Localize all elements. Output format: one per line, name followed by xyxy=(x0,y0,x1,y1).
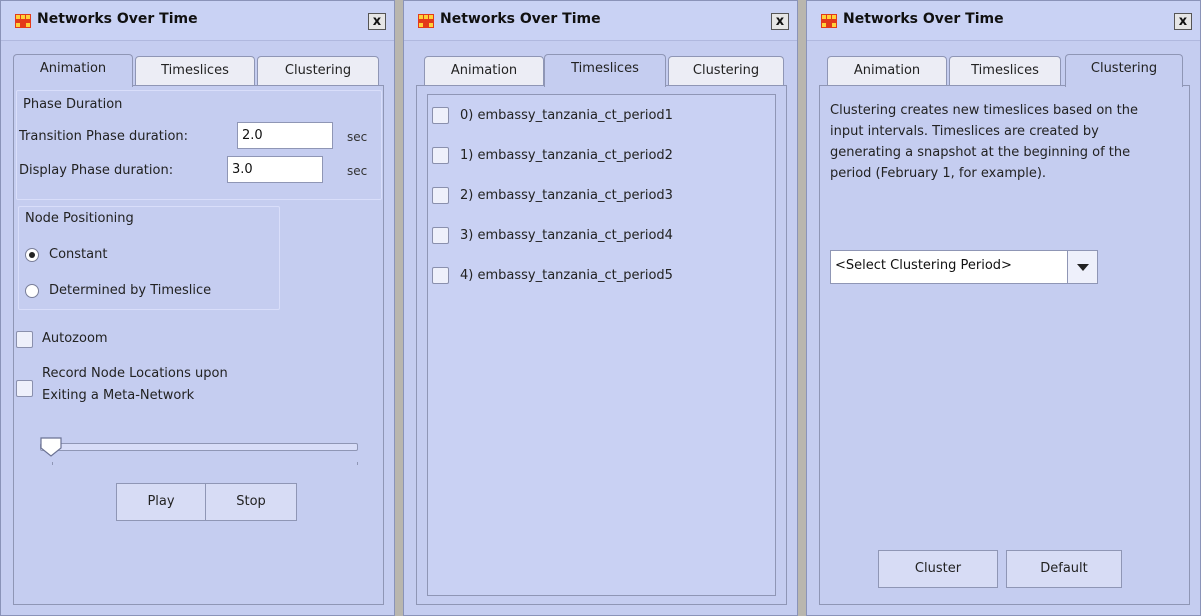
networks-over-time-window-animation: Networks Over Time x Animation Timeslice… xyxy=(0,0,395,616)
timeslice-label: 1) embassy_tanzania_ct_period2 xyxy=(460,148,673,163)
tab-animation[interactable]: Animation xyxy=(827,56,947,86)
slider-tick xyxy=(357,462,358,465)
cluster-button[interactable]: Cluster xyxy=(878,550,998,588)
tab-timeslices[interactable]: Timeslices xyxy=(949,56,1061,86)
timeslice-label: 2) embassy_tanzania_ct_period3 xyxy=(460,188,673,203)
display-phase-label: Display Phase duration: xyxy=(19,163,174,178)
phase-duration-group: Phase Duration Transition Phase duration… xyxy=(16,90,382,200)
transition-phase-field[interactable]: 2.0 xyxy=(237,122,333,149)
networks-over-time-window-clustering: Networks Over Time x Animation Timeslice… xyxy=(806,0,1201,616)
phase-duration-label: Phase Duration xyxy=(23,97,123,112)
record-node-locations-checkbox[interactable] xyxy=(16,380,33,397)
window-title: Networks Over Time xyxy=(37,11,198,27)
play-button[interactable]: Play xyxy=(116,483,206,521)
node-positioning-label: Node Positioning xyxy=(25,211,134,226)
title-bar[interactable]: Networks Over Time x xyxy=(807,1,1200,41)
chevron-down-icon[interactable] xyxy=(1067,251,1097,283)
timeslice-checkbox[interactable] xyxy=(432,267,449,284)
clustering-description: Clustering creates new timeslices based … xyxy=(830,103,1139,181)
autozoom-label: Autozoom xyxy=(42,331,108,346)
tab-timeslices[interactable]: Timeslices xyxy=(135,56,255,86)
timeslice-label: 3) embassy_tanzania_ct_period4 xyxy=(460,228,673,243)
tab-clustering[interactable]: Clustering xyxy=(668,56,784,86)
timeline-slider-track[interactable] xyxy=(40,443,358,451)
close-button[interactable]: x xyxy=(1174,13,1192,30)
node-positioning-group: Node Positioning Constant Determined by … xyxy=(18,206,280,310)
clustering-period-select[interactable]: <Select Clustering Period> xyxy=(830,250,1098,284)
clustering-panel: Clustering creates new timeslices based … xyxy=(819,85,1190,605)
constant-radio[interactable] xyxy=(25,248,39,262)
clustering-period-value: <Select Clustering Period> xyxy=(835,258,1012,273)
app-icon xyxy=(821,14,837,28)
close-button[interactable]: x xyxy=(771,13,789,30)
window-title: Networks Over Time xyxy=(440,11,601,27)
record-node-locations-label-line2: Exiting a Meta-Network xyxy=(42,388,195,403)
display-unit: sec xyxy=(347,164,368,178)
timeslice-list: 0) embassy_tanzania_ct_period1 1) embass… xyxy=(427,94,776,596)
transition-unit: sec xyxy=(347,130,368,144)
timeslice-checkbox[interactable] xyxy=(432,107,449,124)
timeslice-checkbox[interactable] xyxy=(432,187,449,204)
transition-phase-label: Transition Phase duration: xyxy=(19,129,189,144)
networks-over-time-window-timeslices: Networks Over Time x Animation Timeslice… xyxy=(403,0,798,616)
title-bar[interactable]: Networks Over Time x xyxy=(404,1,797,41)
title-bar[interactable]: Networks Over Time x xyxy=(1,1,394,41)
timeslice-checkbox[interactable] xyxy=(432,227,449,244)
display-phase-field[interactable]: 3.0 xyxy=(227,156,323,183)
determined-by-timeslice-label: Determined by Timeslice xyxy=(49,283,212,298)
tab-animation[interactable]: Animation xyxy=(424,56,544,86)
timeslices-panel: 0) embassy_tanzania_ct_period1 1) embass… xyxy=(416,85,787,605)
timeline-slider-thumb[interactable] xyxy=(40,437,62,457)
timeslice-label: 0) embassy_tanzania_ct_period1 xyxy=(460,108,673,123)
slider-tick xyxy=(52,462,53,465)
close-button[interactable]: x xyxy=(368,13,386,30)
default-button[interactable]: Default xyxy=(1006,550,1122,588)
timeslice-label: 4) embassy_tanzania_ct_period5 xyxy=(460,268,673,283)
window-title: Networks Over Time xyxy=(843,11,1004,27)
tab-clustering[interactable]: Clustering xyxy=(257,56,379,86)
constant-label: Constant xyxy=(49,247,108,262)
animation-panel: Phase Duration Transition Phase duration… xyxy=(13,85,384,605)
timeslice-checkbox[interactable] xyxy=(432,147,449,164)
tab-clustering[interactable]: Clustering xyxy=(1065,54,1183,87)
window-separator xyxy=(798,0,806,616)
tab-timeslices[interactable]: Timeslices xyxy=(544,54,666,87)
autozoom-checkbox[interactable] xyxy=(16,331,33,348)
determined-by-timeslice-radio[interactable] xyxy=(25,284,39,298)
window-separator xyxy=(395,0,403,616)
app-icon xyxy=(418,14,434,28)
app-icon xyxy=(15,14,31,28)
stop-button[interactable]: Stop xyxy=(205,483,297,521)
record-node-locations-label-line1: Record Node Locations upon xyxy=(42,366,228,381)
tab-animation[interactable]: Animation xyxy=(13,54,133,87)
